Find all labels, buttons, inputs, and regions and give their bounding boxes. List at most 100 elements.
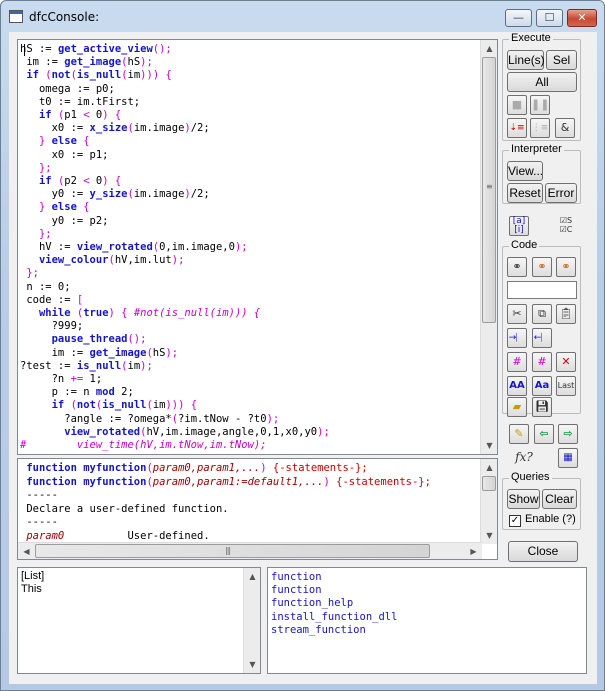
scroll-left-arrow-icon[interactable]: ◀ xyxy=(18,543,35,559)
scroll-up-arrow-icon[interactable]: ▲ xyxy=(481,459,497,476)
close-window-button[interactable]: ✕ xyxy=(567,9,597,27)
copy-icon[interactable]: ⧉ xyxy=(532,304,552,324)
run-selection-button[interactable]: Sel xyxy=(546,50,577,70)
help-hscroll-thumb[interactable]: ||| xyxy=(35,544,430,558)
code-token: ) { xyxy=(102,109,122,122)
code-token: }; xyxy=(20,267,39,280)
step-over-icon[interactable]: ⋮≡ xyxy=(530,118,550,138)
code-token: ?angle := ?omega* xyxy=(20,412,172,425)
select-checkbox-toggle-icon[interactable]: ☑S ☑C xyxy=(556,216,576,236)
scroll-down-arrow-icon[interactable]: ▼ xyxy=(244,656,260,673)
code-token: ); xyxy=(165,346,179,359)
completion-item[interactable]: function xyxy=(271,584,397,597)
code-token: get_active_view xyxy=(57,43,153,55)
code-token: ); xyxy=(171,254,185,267)
code-token: mod xyxy=(95,386,115,399)
help-token: myfunction xyxy=(83,462,147,474)
list-panel: [List] This ▲ ▼ xyxy=(17,567,261,674)
help-vertical-scrollbar[interactable]: ▲ ▼ xyxy=(480,459,497,544)
uncomment-icon[interactable]: # xyxy=(532,352,552,372)
help-line: ----- xyxy=(20,516,431,530)
code-token: x_size xyxy=(89,122,128,135)
code-token: [ xyxy=(76,293,84,306)
paste-icon[interactable]: 📋︎ xyxy=(556,304,576,324)
completion-item[interactable]: stream_function xyxy=(271,624,397,637)
scroll-right-arrow-icon[interactable]: ▶ xyxy=(465,543,482,559)
step-into-icon[interactable]: ⇣≡ xyxy=(507,118,527,138)
scroll-up-arrow-icon[interactable]: ▲ xyxy=(481,40,497,57)
back-arrow-icon[interactable]: ⇦ xyxy=(534,424,554,444)
list-line: [List] xyxy=(21,570,45,582)
code-line: if (not(is_null(im))) { xyxy=(20,399,330,412)
minimize-button[interactable]: — xyxy=(505,9,532,27)
scroll-down-arrow-icon[interactable]: ▼ xyxy=(481,437,497,454)
maximize-button[interactable]: ☐ xyxy=(536,9,563,27)
ampersand-icon[interactable]: & xyxy=(555,118,575,138)
editor-scroll-thumb[interactable]: ≡ xyxy=(482,57,496,323)
code-line: hV := view_rotated(0,im.image,0); xyxy=(20,241,330,254)
code-line: }; xyxy=(20,162,330,175)
code-line: im := get_image(hS); xyxy=(20,347,330,360)
code-token: while xyxy=(20,307,71,320)
code-token: p1 xyxy=(64,109,84,122)
code-line: }; xyxy=(20,267,330,280)
help-scroll-thumb[interactable] xyxy=(482,476,496,491)
code-token: view_rotated xyxy=(76,241,153,254)
code-token: # view_time(hV,im.tNow,im.tNow); xyxy=(20,439,267,452)
save-disk-icon[interactable]: 💾︎ xyxy=(532,397,552,417)
bookmark-icon[interactable]: ✎ xyxy=(509,424,529,444)
code-editor[interactable]: hS := get_active_view(); im := get_image… xyxy=(17,39,498,455)
code-token: y0 := p2; xyxy=(20,214,109,227)
completion-item[interactable]: function_help xyxy=(271,597,397,610)
code-token: } xyxy=(20,201,52,214)
find-binoculars-icon[interactable]: ⚭ xyxy=(507,257,527,277)
code-token: true xyxy=(83,307,109,320)
editor-vertical-scrollbar[interactable]: ▲ ≡ ▼ xyxy=(480,40,497,454)
lowercase-icon[interactable]: Aa xyxy=(532,376,552,396)
code-token: ); xyxy=(317,425,330,438)
list-vertical-scrollbar[interactable]: ▲ ▼ xyxy=(243,568,260,673)
show-button[interactable]: Show xyxy=(507,489,540,509)
replace-icon[interactable]: ⚭ xyxy=(556,257,576,277)
calendar-icon[interactable]: ▦ xyxy=(558,448,578,468)
stop-icon[interactable]: ■ xyxy=(507,95,527,115)
delete-icon[interactable]: ✕ xyxy=(556,352,576,372)
code-token: y_size xyxy=(89,188,128,201)
code-token: x0 := p1; xyxy=(20,148,109,161)
last-file-icon[interactable]: Last xyxy=(556,376,576,396)
comment-icon[interactable]: # xyxy=(507,352,527,372)
uppercase-icon[interactable]: AA xyxy=(507,376,527,396)
forward-arrow-icon[interactable]: ⇨ xyxy=(558,424,578,444)
function-help-icon[interactable]: fx? xyxy=(514,448,534,468)
code-token: im xyxy=(127,69,141,82)
indent-icon[interactable]: →⎸ xyxy=(507,328,527,348)
find-next-icon[interactable]: ⚭ xyxy=(532,257,552,277)
code-token: ?im.tNow - ?t0 xyxy=(178,412,267,425)
close-button[interactable]: Close xyxy=(508,541,578,562)
scroll-down-arrow-icon[interactable]: ▼ xyxy=(481,527,497,544)
code-line: x0 := x_size(im.image)/2; xyxy=(20,122,330,135)
list-toggle-icon[interactable]: [a] [i] xyxy=(509,216,529,236)
view-button[interactable]: View... xyxy=(507,161,543,181)
code-token: im xyxy=(127,359,141,372)
completion-item[interactable]: install_function_dll xyxy=(271,611,397,624)
code-line: ?angle := ?omega*(?im.tNow - ?t0); xyxy=(20,413,330,426)
completion-item[interactable]: function xyxy=(271,571,397,584)
cut-icon[interactable]: ✂ xyxy=(507,304,527,324)
clear-button[interactable]: Clear xyxy=(542,489,577,509)
scroll-up-arrow-icon[interactable]: ▲ xyxy=(244,568,260,585)
outdent-icon[interactable]: ←⎸ xyxy=(532,328,552,348)
open-folder-icon[interactable]: ▰ xyxy=(507,397,527,417)
help-horizontal-scrollbar[interactable]: ◀ ||| ▶ xyxy=(18,542,482,559)
pause-icon[interactable]: ❚❚ xyxy=(530,95,550,115)
search-input[interactable] xyxy=(507,281,577,299)
completion-list[interactable]: function function function_help install_fun… xyxy=(267,567,587,674)
code-token: im := xyxy=(20,346,90,359)
reset-button[interactable]: Reset xyxy=(507,183,543,203)
run-all-button[interactable]: All xyxy=(507,72,577,92)
code-line: ?999; xyxy=(20,320,330,333)
enable-checkbox[interactable]: ✓ xyxy=(509,515,521,527)
console-window: dfcConsole: — ☐ ✕ hS := get_active_view(… xyxy=(0,0,605,691)
run-lines-button[interactable]: Line(s) xyxy=(507,50,545,70)
error-button[interactable]: Error xyxy=(545,183,577,203)
